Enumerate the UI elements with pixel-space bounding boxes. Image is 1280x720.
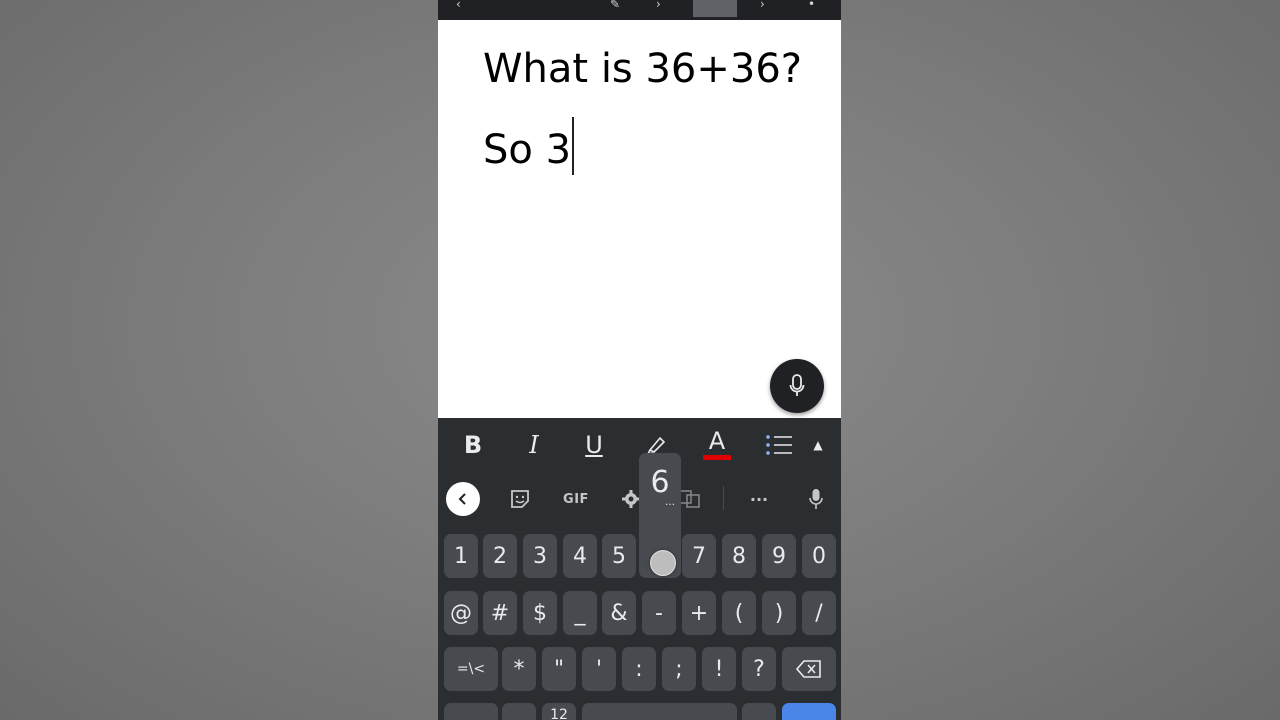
key-9[interactable]: 9 (762, 534, 796, 578)
key-single-quote[interactable]: ' (582, 647, 616, 691)
chevron-left-icon (458, 493, 466, 505)
text-color-label: A (708, 427, 726, 455)
key-period[interactable] (742, 703, 776, 720)
italic-button[interactable]: I (517, 418, 551, 472)
key-double-quote[interactable]: " (542, 647, 576, 691)
gif-button[interactable]: GIF (560, 472, 592, 526)
key-3[interactable]: 3 (523, 534, 557, 578)
key-comma[interactable] (502, 703, 536, 720)
triangle-up-icon: ▲ (813, 438, 823, 452)
text-color-swatch (703, 455, 731, 460)
key-4[interactable]: 4 (563, 534, 597, 578)
pen-icon[interactable]: ✎ (610, 0, 620, 16)
key-1[interactable]: 1 (444, 534, 478, 578)
key-right-paren[interactable]: ) (762, 591, 796, 635)
key-abc[interactable] (444, 703, 498, 720)
key-number-pad[interactable]: 12 (542, 703, 576, 720)
docs-top-toolbar: ‹ ✎ › › • (438, 0, 841, 20)
translate-icon (678, 490, 700, 508)
document-canvas[interactable]: What is 36+36? So 3 (438, 20, 841, 418)
text-cursor (572, 117, 575, 175)
microphone-icon (809, 489, 823, 509)
key-dollar[interactable]: $ (523, 591, 557, 635)
key-semicolon[interactable]: ; (662, 647, 696, 691)
key-5[interactable]: 5 (602, 534, 636, 578)
microphone-icon (789, 374, 805, 396)
backspace-icon (796, 660, 821, 678)
key-at[interactable]: @ (444, 591, 478, 635)
undo-icon[interactable]: › (656, 0, 661, 16)
key-symbols-page[interactable]: =\< (444, 647, 498, 691)
document-line-2: So 3 (483, 117, 575, 175)
key-hash[interactable]: # (483, 591, 517, 635)
more-tools-button[interactable]: ··· (744, 472, 774, 526)
key-slash[interactable]: / (802, 591, 836, 635)
key-asterisk[interactable]: * (502, 647, 536, 691)
key-2[interactable]: 2 (483, 534, 517, 578)
sticker-button[interactable] (506, 472, 534, 526)
key-question[interactable]: ? (742, 647, 776, 691)
document-line-2-text: So 3 (483, 127, 572, 173)
backspace-key[interactable] (782, 647, 836, 691)
gear-icon (622, 490, 640, 508)
enter-key[interactable] (782, 703, 836, 720)
key-8[interactable]: 8 (722, 534, 756, 578)
redo-icon[interactable]: › (760, 0, 765, 16)
sticker-icon (511, 490, 529, 508)
keyboard-voice-button[interactable] (803, 472, 829, 526)
key-colon[interactable]: : (622, 647, 656, 691)
text-color-button[interactable]: A (700, 418, 734, 472)
key-underscore[interactable]: _ (563, 591, 597, 635)
voice-typing-button[interactable] (770, 359, 824, 413)
key-7[interactable]: 7 (682, 534, 716, 578)
bulleted-list-button[interactable] (762, 418, 796, 472)
back-arrow-icon[interactable]: ‹ (456, 0, 461, 16)
text-format-button[interactable] (693, 0, 737, 17)
document-line-1: What is 36+36? (483, 46, 803, 92)
key-exclamation[interactable]: ! (702, 647, 736, 691)
key-minus[interactable]: - (642, 591, 676, 635)
touch-indicator (650, 550, 676, 576)
key-preview-more: … (665, 497, 675, 508)
key-preview-char: 6 (650, 465, 670, 500)
more-options-icon[interactable]: • (808, 0, 815, 16)
bold-button[interactable]: B (456, 418, 490, 472)
key-ampersand[interactable]: & (602, 591, 636, 635)
toolbar-divider (723, 486, 724, 510)
keyboard-back-button[interactable] (446, 482, 480, 516)
expand-toolbar-button[interactable]: ▲ (808, 418, 828, 472)
phone-screen: ‹ ✎ › › • What is 36+36? So 3 B I U A ▲ … (438, 0, 841, 720)
bulleted-list-icon (766, 435, 792, 455)
key-plus[interactable]: + (682, 591, 716, 635)
underline-button[interactable]: U (577, 418, 611, 472)
key-preview-popup: 6 … (639, 453, 681, 549)
space-key[interactable] (582, 703, 737, 720)
key-0[interactable]: 0 (802, 534, 836, 578)
key-left-paren[interactable]: ( (722, 591, 756, 635)
